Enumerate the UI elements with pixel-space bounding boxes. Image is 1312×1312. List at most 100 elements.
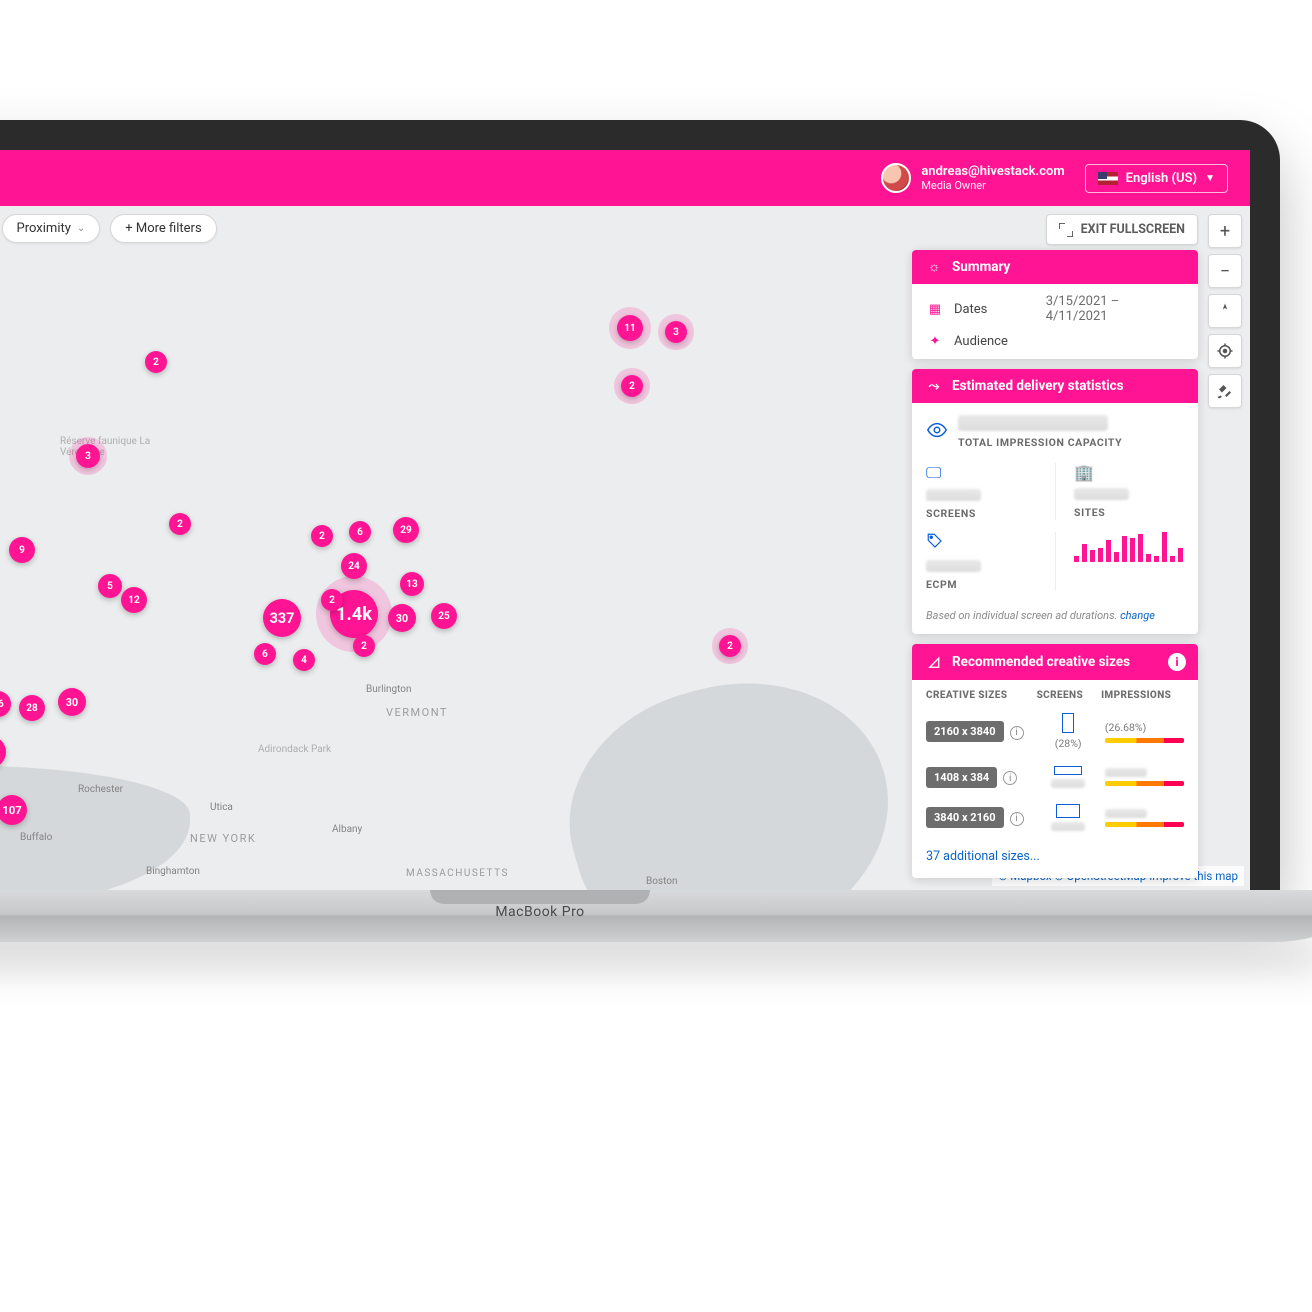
map-cluster-bubble[interactable]: 3 <box>665 321 687 343</box>
change-duration-link[interactable]: change <box>1120 609 1155 622</box>
impressions-bar <box>1105 822 1184 827</box>
ruler-icon: ◿ <box>924 654 944 670</box>
zoom-out-button[interactable]: − <box>1208 254 1242 288</box>
blurred-value <box>1051 779 1085 788</box>
city-label: Buffalo <box>20 832 52 843</box>
map-cluster-bubble[interactable]: 4 <box>293 649 315 671</box>
map-cluster-bubble[interactable]: 24 <box>341 553 367 579</box>
dimension-pill: 1408 x 384 <box>926 767 997 788</box>
info-icon[interactable]: i <box>1010 812 1024 826</box>
map-cluster-bubble[interactable]: 26 <box>0 691 11 717</box>
flag-us-icon <box>1098 172 1118 185</box>
reset-north-button[interactable] <box>1208 294 1242 328</box>
map-cluster-bubble[interactable]: 2 <box>321 589 343 611</box>
info-icon[interactable]: i <box>1003 771 1017 785</box>
city-label: Rochester <box>78 784 123 795</box>
map-cluster-bubble[interactable]: 3 <box>76 444 100 468</box>
map-cluster-bubble[interactable]: 2 <box>621 375 643 397</box>
aspect-ratio-icon <box>1056 804 1080 818</box>
audience-icon: ✦ <box>926 334 944 349</box>
dimension-pill: 2160 x 3840 <box>926 721 1004 742</box>
side-panel: ☼ Summary ▦ Dates 3/15/2021 – 4/11/2021 … <box>912 250 1198 878</box>
city-label: Binghamton <box>146 866 200 877</box>
delivery-icon: ⤳ <box>924 378 944 394</box>
creative-table-head: CREATIVE SIZES SCREENS IMPRESSIONS <box>912 680 1198 705</box>
creative-size-row[interactable]: 1408 x 384 i <box>912 758 1198 796</box>
filter-chip-proximity[interactable]: Proximity ⌄ <box>2 214 101 243</box>
map-cluster-bubble[interactable]: 2 <box>353 635 375 657</box>
summary-icon: ☼ <box>924 259 944 275</box>
zoom-in-button[interactable]: + <box>1208 214 1242 248</box>
map-cluster-bubble[interactable]: 2 <box>169 513 191 535</box>
info-icon[interactable]: i <box>1168 653 1186 671</box>
geolocate-button[interactable] <box>1208 334 1242 368</box>
map-cluster-bubble[interactable]: 12 <box>121 587 147 613</box>
map-cluster-bubble[interactable]: 165 <box>0 736 6 768</box>
blurred-value <box>1105 768 1147 777</box>
map-cluster-bubble[interactable]: 6 <box>254 643 276 665</box>
map-cluster-bubble[interactable]: 2 <box>719 635 741 657</box>
stats-card: ⤳ Estimated delivery statistics TOTAL IM… <box>912 369 1198 634</box>
language-label: English (US) <box>1126 171 1197 186</box>
creative-size-row[interactable]: 2160 x 3840i(28%)(26.68%) <box>912 705 1198 758</box>
calendar-icon: ▦ <box>926 302 944 317</box>
satellite-toggle-button[interactable] <box>1208 374 1242 408</box>
stats-header: ⤳ Estimated delivery statistics <box>912 369 1198 403</box>
creative-size-row[interactable]: 3840 x 2160i <box>912 796 1198 839</box>
info-icon[interactable]: i <box>1010 726 1024 740</box>
blurred-value <box>958 415 1108 431</box>
region-label-vermont: VERMONT <box>386 706 448 719</box>
map-cluster-bubble[interactable]: 28 <box>19 695 45 721</box>
creative-card: ◿ Recommended creative sizes i CREATIVE … <box>912 644 1198 878</box>
aspect-ratio-icon <box>1054 766 1082 775</box>
stats-footnote: Based on individual screen ad durations.… <box>912 601 1198 634</box>
filter-chip-more[interactable]: + More filters <box>110 214 216 243</box>
lake-shape <box>540 647 919 890</box>
language-picker[interactable]: English (US) ▼ <box>1085 164 1228 193</box>
eye-icon <box>926 419 948 445</box>
map-cluster-bubble[interactable]: 9 <box>9 537 35 563</box>
impressions-bar <box>1105 781 1184 786</box>
map-cluster-bubble[interactable]: 25 <box>431 603 457 629</box>
map-cluster-bubble[interactable]: 337 <box>263 599 301 637</box>
laptop-brand-label: MacBook Pro <box>495 904 584 920</box>
map-cluster-bubble[interactable]: 13 <box>400 572 424 596</box>
user-role: Media Owner <box>921 179 1064 192</box>
city-label: Burlington <box>366 684 412 695</box>
chevron-down-icon: ⌄ <box>77 223 85 234</box>
map-cluster-bubble[interactable]: 2 <box>311 525 333 547</box>
blurred-value <box>926 560 981 572</box>
blurred-value <box>1051 822 1085 831</box>
screen-icon: 🖵 <box>926 463 941 483</box>
map-cluster-bubble[interactable]: 30 <box>388 604 416 632</box>
map-cluster-bubble[interactable]: 5 <box>98 574 122 598</box>
summary-dates-row: ▦ Dates 3/15/2021 – 4/11/2021 <box>912 284 1198 334</box>
collapse-icon <box>1059 223 1073 237</box>
map-cluster-bubble[interactable]: 6 <box>349 521 371 543</box>
header-bar: andreas@hivestack.com Media Owner Englis… <box>0 150 1250 206</box>
tag-icon <box>926 532 944 554</box>
map-cluster-bubble[interactable]: 30 <box>58 688 86 716</box>
city-label: Utica <box>210 802 233 813</box>
blurred-value <box>1105 809 1147 818</box>
avatar <box>881 163 911 193</box>
user-menu[interactable]: andreas@hivestack.com Media Owner <box>881 163 1064 193</box>
map-controls: + − <box>1208 214 1242 408</box>
aspect-ratio-icon <box>1062 713 1074 733</box>
region-label-newyork: NEW YORK <box>190 832 256 845</box>
chevron-down-icon: ▼ <box>1205 173 1215 184</box>
map-cluster-bubble[interactable]: 29 <box>393 517 419 543</box>
summary-dates-value: 3/15/2021 – 4/11/2021 <box>1046 294 1184 324</box>
exit-fullscreen-button[interactable]: EXIT FULLSCREEN <box>1046 214 1198 245</box>
summary-card: ☼ Summary ▦ Dates 3/15/2021 – 4/11/2021 … <box>912 250 1198 359</box>
more-sizes-link[interactable]: 37 additional sizes... <box>912 839 1198 878</box>
blurred-value <box>1074 488 1129 500</box>
filter-bar: es ⌄ Markets ⌄ Proximity ⌄ + More filter… <box>0 214 217 243</box>
summary-audience-row: ✦ Audience <box>912 334 1198 359</box>
region-label-mass: MASSACHUSETTS <box>406 868 509 879</box>
city-label: Boston <box>646 876 678 887</box>
city-label: Albany <box>332 824 362 835</box>
map-cluster-bubble[interactable]: 2 <box>145 351 167 373</box>
map-cluster-bubble[interactable]: 11 <box>617 315 643 341</box>
creative-header: ◿ Recommended creative sizes i <box>912 644 1198 680</box>
